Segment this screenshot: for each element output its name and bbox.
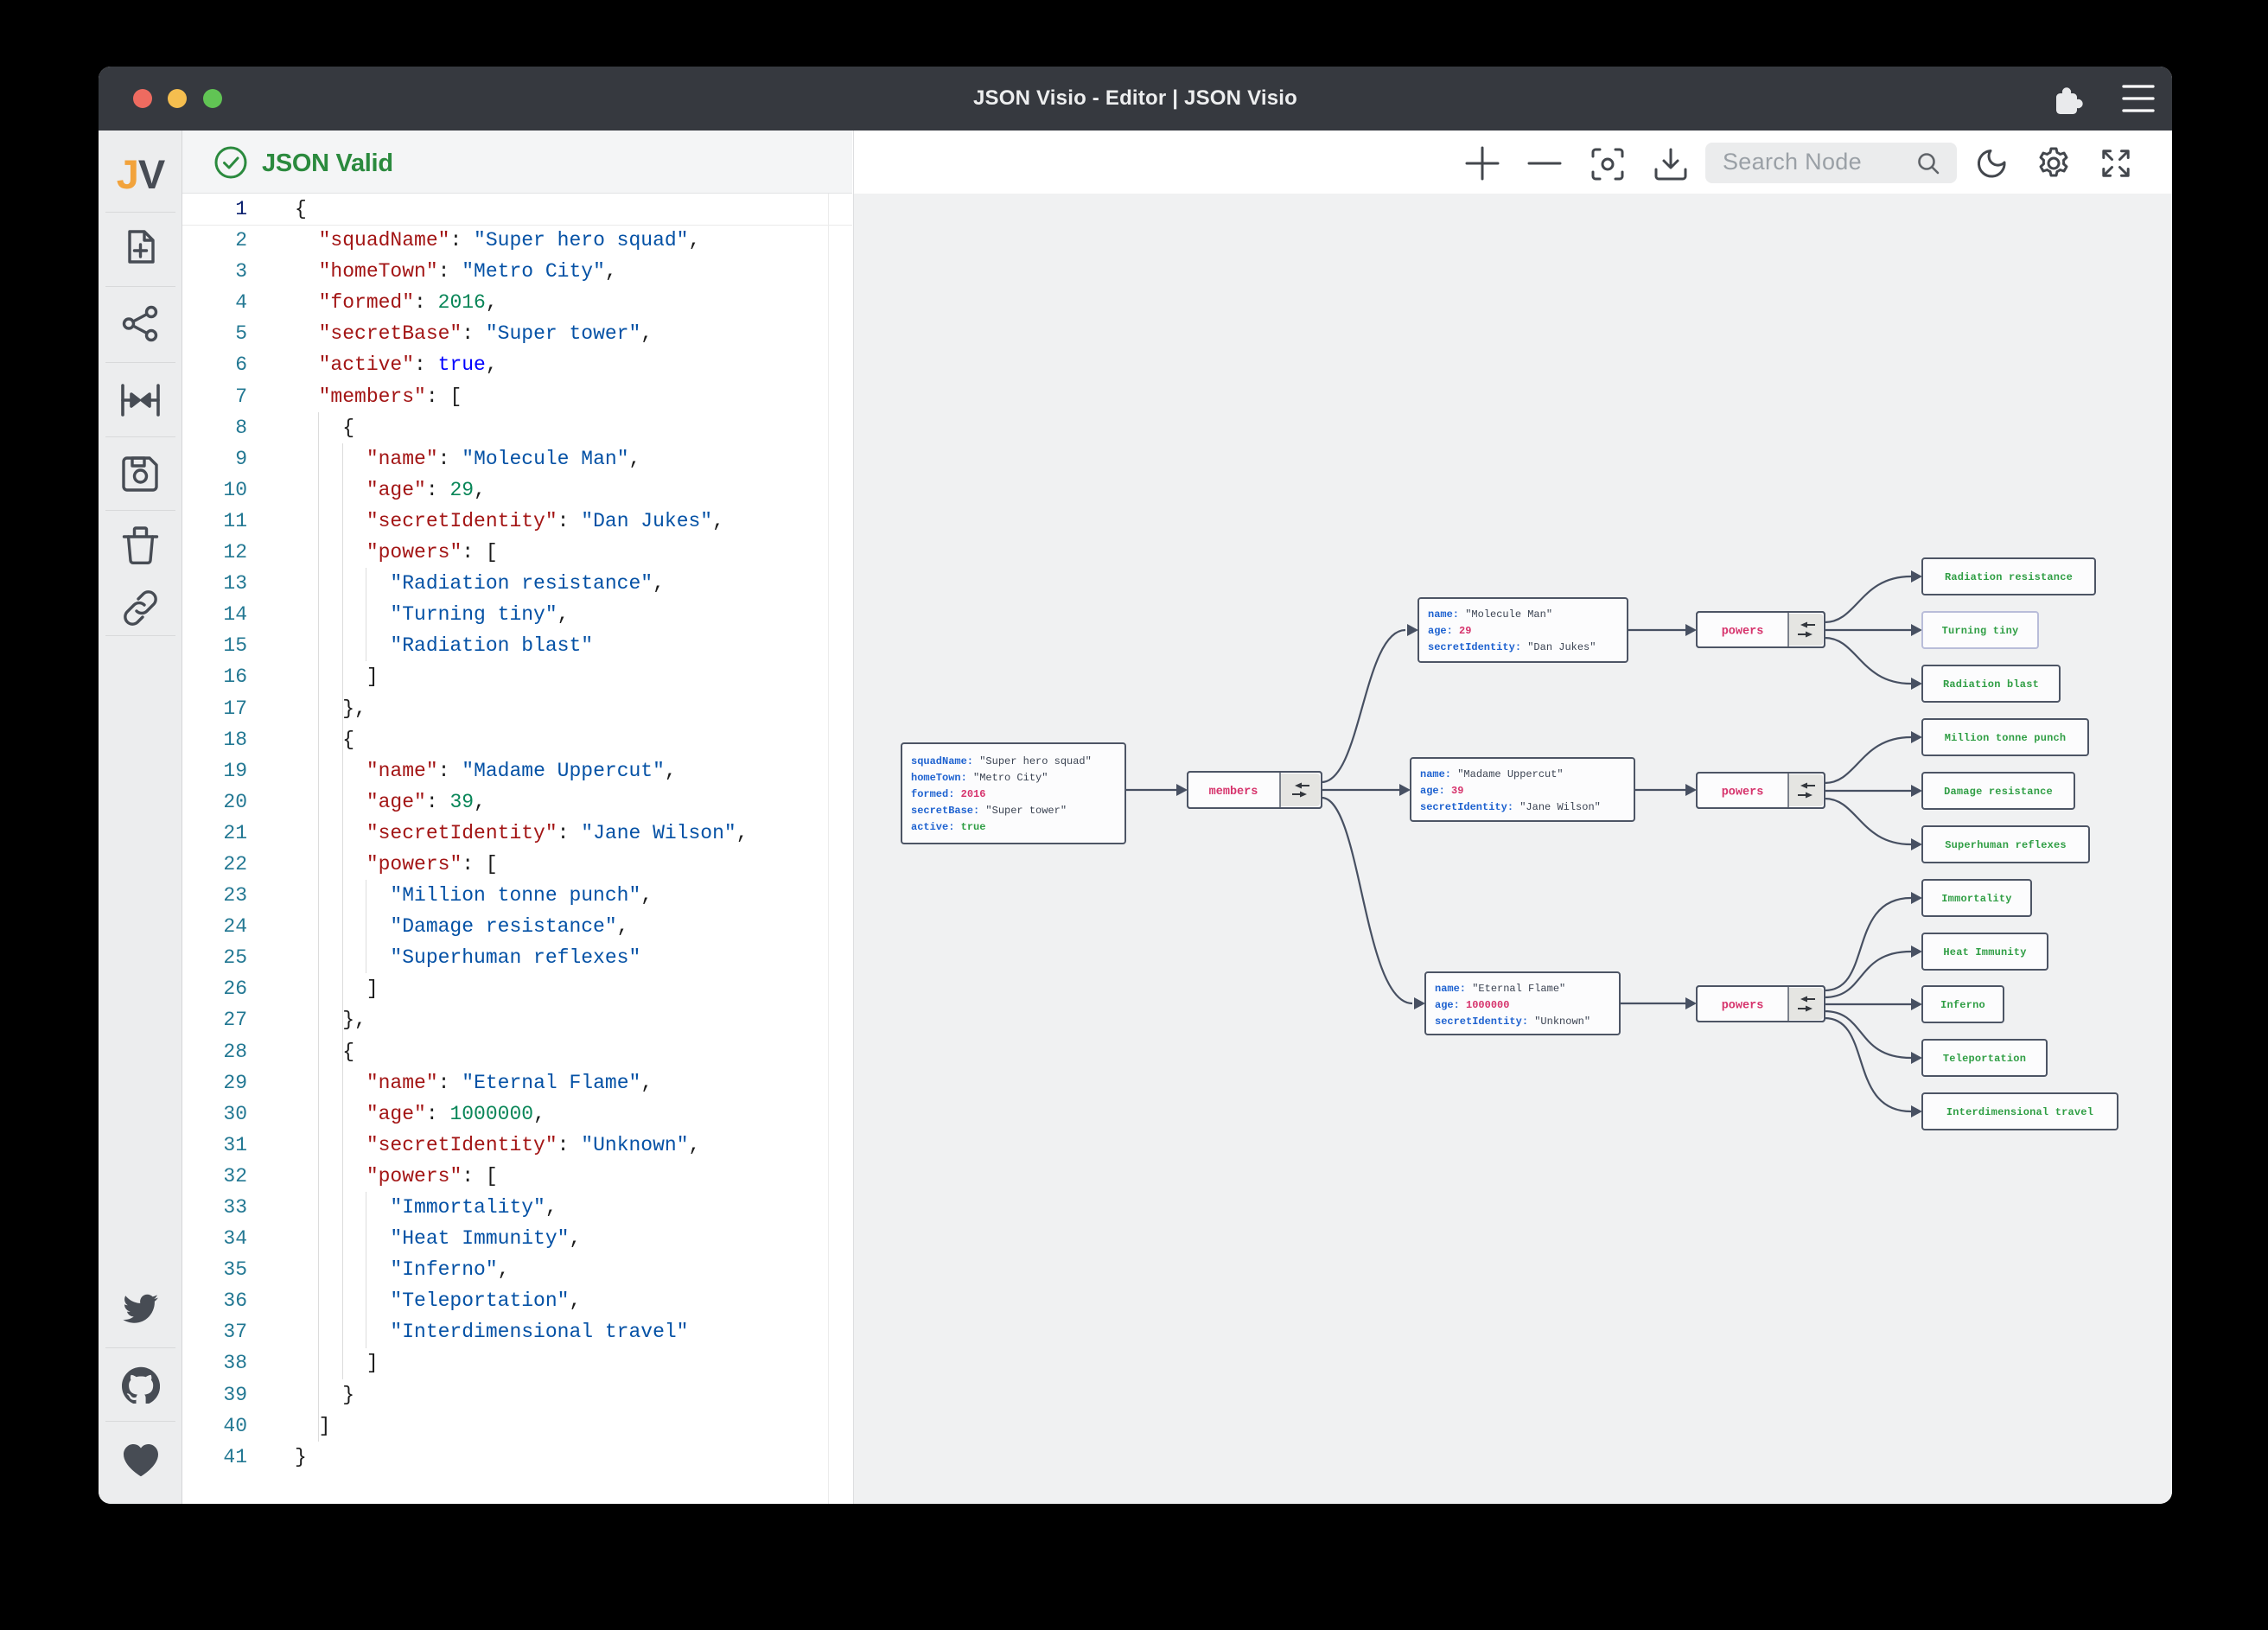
svg-text:Superhuman reflexes: Superhuman reflexes — [1945, 839, 2067, 851]
svg-text:Inferno: Inferno — [1940, 999, 1985, 1011]
svg-text:powers: powers — [1722, 626, 1764, 639]
svg-text:powers: powers — [1722, 1000, 1764, 1013]
svg-text:Radiation resistance: Radiation resistance — [1945, 571, 2073, 583]
svg-text:Damage resistance: Damage resistance — [1944, 786, 2053, 798]
svg-text:squadName: "Super hero squad": squadName: "Super hero squad" — [911, 755, 1092, 767]
svg-text:Million tonne punch: Million tonne punch — [1945, 732, 2067, 744]
svg-text:Radiation blast: Radiation blast — [1943, 678, 2039, 691]
svg-text:Immortality: Immortality — [1941, 893, 2011, 905]
svg-text:formed: 2016: formed: 2016 — [911, 788, 985, 800]
svg-text:name: "Molecule Man": name: "Molecule Man" — [1428, 608, 1552, 621]
svg-text:Heat Immunity: Heat Immunity — [1943, 946, 2026, 958]
svg-text:members: members — [1209, 786, 1258, 799]
svg-text:name: "Madame Uppercut": name: "Madame Uppercut" — [1420, 768, 1564, 780]
svg-text:Interdimensional travel: Interdimensional travel — [1946, 1106, 2093, 1118]
svg-text:name: "Eternal Flame": name: "Eternal Flame" — [1435, 983, 1565, 995]
svg-text:secretBase: "Super tower": secretBase: "Super tower" — [911, 805, 1067, 817]
svg-text:Teleportation: Teleportation — [1943, 1053, 2026, 1065]
svg-text:age: 39: age: 39 — [1420, 785, 1463, 797]
svg-text:homeTown: "Metro City": homeTown: "Metro City" — [911, 772, 1048, 784]
svg-text:age: 1000000: age: 1000000 — [1435, 999, 1509, 1011]
svg-text:active: true: active: true — [911, 821, 985, 833]
svg-text:age: 29: age: 29 — [1428, 625, 1471, 637]
svg-text:secretIdentity: "Jane Wilson": secretIdentity: "Jane Wilson" — [1420, 801, 1601, 813]
svg-text:powers: powers — [1722, 786, 1764, 799]
svg-text:secretIdentity: "Dan Jukes": secretIdentity: "Dan Jukes" — [1428, 641, 1596, 653]
svg-text:secretIdentity: "Unknown": secretIdentity: "Unknown" — [1435, 1016, 1590, 1028]
svg-text:Turning tiny: Turning tiny — [1942, 625, 2019, 637]
